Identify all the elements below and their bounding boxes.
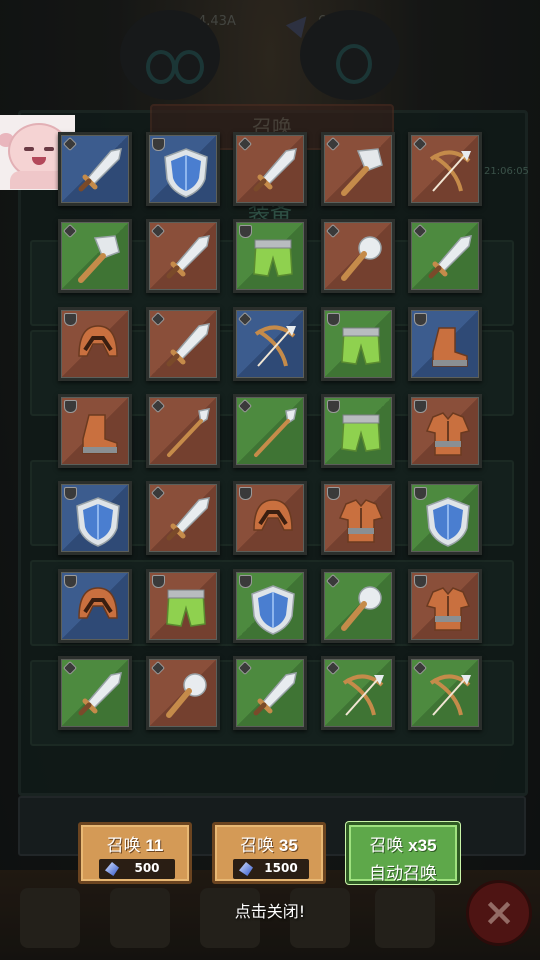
item-tile-mace[interactable] [145, 655, 220, 730]
item-tile-pants[interactable] [233, 219, 307, 294]
item-tile-bow[interactable] [408, 655, 482, 730]
item-tile-shield[interactable] [233, 568, 307, 643]
item-tile-helmet[interactable] [58, 306, 132, 381]
bow-icon [429, 674, 471, 716]
item-tile-sword[interactable] [58, 655, 132, 730]
item-tile-boots[interactable] [58, 393, 132, 468]
summon-11-price-value: 500 [134, 861, 160, 875]
tap-to-close-hint[interactable]: 点击关闭! [0, 898, 540, 922]
helmet-icon [253, 499, 293, 531]
item-tile-bow[interactable] [408, 132, 482, 206]
item-tile-pants[interactable] [145, 568, 220, 643]
item-tile-spear[interactable] [233, 393, 307, 468]
auto-summon-prefix: 召唤 [369, 836, 404, 855]
pants-icon [253, 239, 293, 278]
item-tile-sword[interactable] [145, 219, 220, 294]
axe-icon [78, 235, 120, 284]
shield-icon [76, 497, 120, 547]
sword-icon [428, 235, 472, 279]
armor-icon [425, 586, 471, 631]
item-tile-mace[interactable] [320, 219, 395, 294]
item-tile-shield[interactable] [408, 481, 482, 556]
bow-icon [429, 150, 471, 192]
spear-icon [254, 407, 297, 457]
sword-icon [253, 148, 297, 192]
item-tile-pants[interactable] [320, 393, 395, 468]
summon-11-count: 11 [145, 836, 164, 855]
item-tile-sword[interactable] [233, 132, 307, 206]
mace-icon [340, 585, 382, 631]
summon-35-button[interactable]: 召唤 35 1500 [212, 822, 326, 884]
armor-icon [338, 499, 383, 543]
auto-summon-button[interactable]: 召唤 x35 自动召唤 [346, 822, 460, 884]
item-tile-shield[interactable] [58, 481, 132, 556]
auto-summon-count: x35 [408, 836, 437, 855]
armor-icon [425, 411, 471, 456]
item-tile-armor[interactable] [408, 393, 482, 468]
sword-icon [166, 235, 210, 279]
gem-icon [239, 862, 253, 876]
sword-icon [78, 671, 122, 716]
boots-icon [82, 414, 118, 454]
item-tile-helmet[interactable] [233, 481, 307, 556]
shield-icon [426, 497, 470, 547]
helmet-icon [78, 324, 118, 357]
bow-icon [254, 325, 296, 367]
summon-35-price-value: 1500 [264, 861, 298, 875]
boots-icon [432, 326, 468, 367]
pants-icon [340, 414, 381, 452]
sword-icon [253, 671, 297, 716]
item-tile-boots[interactable] [408, 306, 482, 381]
sword-icon [166, 322, 210, 367]
spear-icon [166, 407, 210, 457]
item-tile-axe[interactable] [58, 219, 132, 294]
mace-icon [165, 673, 207, 718]
item-tile-shield[interactable] [145, 132, 220, 206]
item-tile-mace[interactable] [320, 568, 395, 643]
item-tile-sword[interactable] [58, 132, 132, 206]
summon-35-price: 1500 [233, 859, 309, 879]
item-tile-armor[interactable] [408, 568, 482, 643]
summon-11-button[interactable]: 召唤 11 500 [78, 822, 192, 884]
summon-11-prefix: 召唤 [106, 836, 141, 855]
pants-icon [340, 327, 381, 365]
pants-icon [165, 589, 206, 627]
item-tile-bow[interactable] [320, 655, 395, 730]
item-tile-sword[interactable] [145, 306, 220, 381]
shield-icon [251, 584, 295, 635]
gem-icon [105, 862, 119, 876]
shield-icon [163, 148, 208, 198]
item-tile-sword[interactable] [233, 655, 307, 730]
mace-icon [340, 236, 382, 282]
item-tile-spear[interactable] [145, 393, 220, 468]
item-tile-armor[interactable] [320, 481, 395, 556]
summon-35-prefix: 召唤 [240, 836, 275, 855]
axe-icon [340, 148, 383, 196]
auto-summon-label: 自动召唤 [369, 864, 437, 884]
item-tile-axe[interactable] [320, 132, 395, 206]
item-tile-bow[interactable] [233, 306, 307, 381]
sword-icon [78, 148, 122, 192]
item-tile-pants[interactable] [320, 306, 395, 381]
summon-11-price: 500 [99, 859, 175, 879]
sword-icon [166, 497, 210, 541]
bow-icon [342, 674, 384, 716]
item-tile-sword[interactable] [145, 481, 220, 556]
item-tile-sword[interactable] [408, 219, 482, 294]
summon-35-count: 35 [278, 836, 298, 855]
item-tile-helmet[interactable] [58, 568, 132, 643]
helmet-icon [78, 586, 118, 619]
